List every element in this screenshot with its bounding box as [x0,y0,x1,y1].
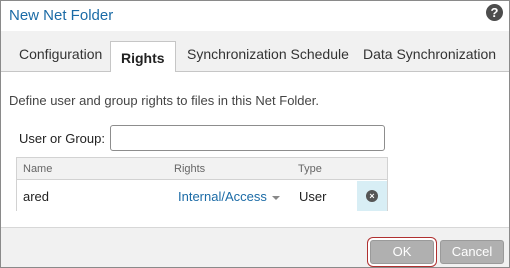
column-header-type: Type [298,163,322,175]
ok-button[interactable]: OK [370,240,434,264]
tab-data-synchronization[interactable]: Data Synchronization [363,46,496,62]
row-name: ared [23,189,50,204]
cancel-button[interactable]: Cancel [440,240,504,264]
tab-synchronization-schedule[interactable]: Synchronization Schedule [187,46,349,62]
rights-table: Name Rights Type ared Internal/Access Us… [16,157,388,211]
remove-cell: × [357,181,387,211]
new-net-folder-dialog: New Net Folder ? Configuration Rights Sy… [0,0,510,268]
dialog-titlebar: New Net Folder ? [1,1,509,31]
user-or-group-label: User or Group: [19,131,105,146]
rights-dropdown[interactable]: Internal/Access [178,189,280,204]
tab-configuration[interactable]: Configuration [19,46,102,62]
help-icon[interactable]: ? [486,4,503,21]
remove-icon[interactable]: × [366,190,378,202]
row-type: User [299,189,327,204]
rights-description: Define user and group rights to files in… [9,93,319,108]
rights-dropdown-label: Internal/Access [178,189,267,204]
caret-down-icon [271,195,280,200]
tab-bar: Configuration Rights Synchronization Sch… [1,31,509,73]
tab-rights[interactable]: Rights [110,41,176,73]
dialog-footer: OK Cancel [1,227,509,267]
table-row: ared Internal/Access User × [17,181,387,211]
dialog-title: New Net Folder [9,7,114,24]
table-header: Name Rights Type [17,158,387,180]
user-or-group-input[interactable] [110,125,385,151]
column-header-name: Name [23,163,53,175]
rights-panel: Define user and group rights to files in… [1,72,509,227]
column-header-rights: Rights [174,163,206,175]
